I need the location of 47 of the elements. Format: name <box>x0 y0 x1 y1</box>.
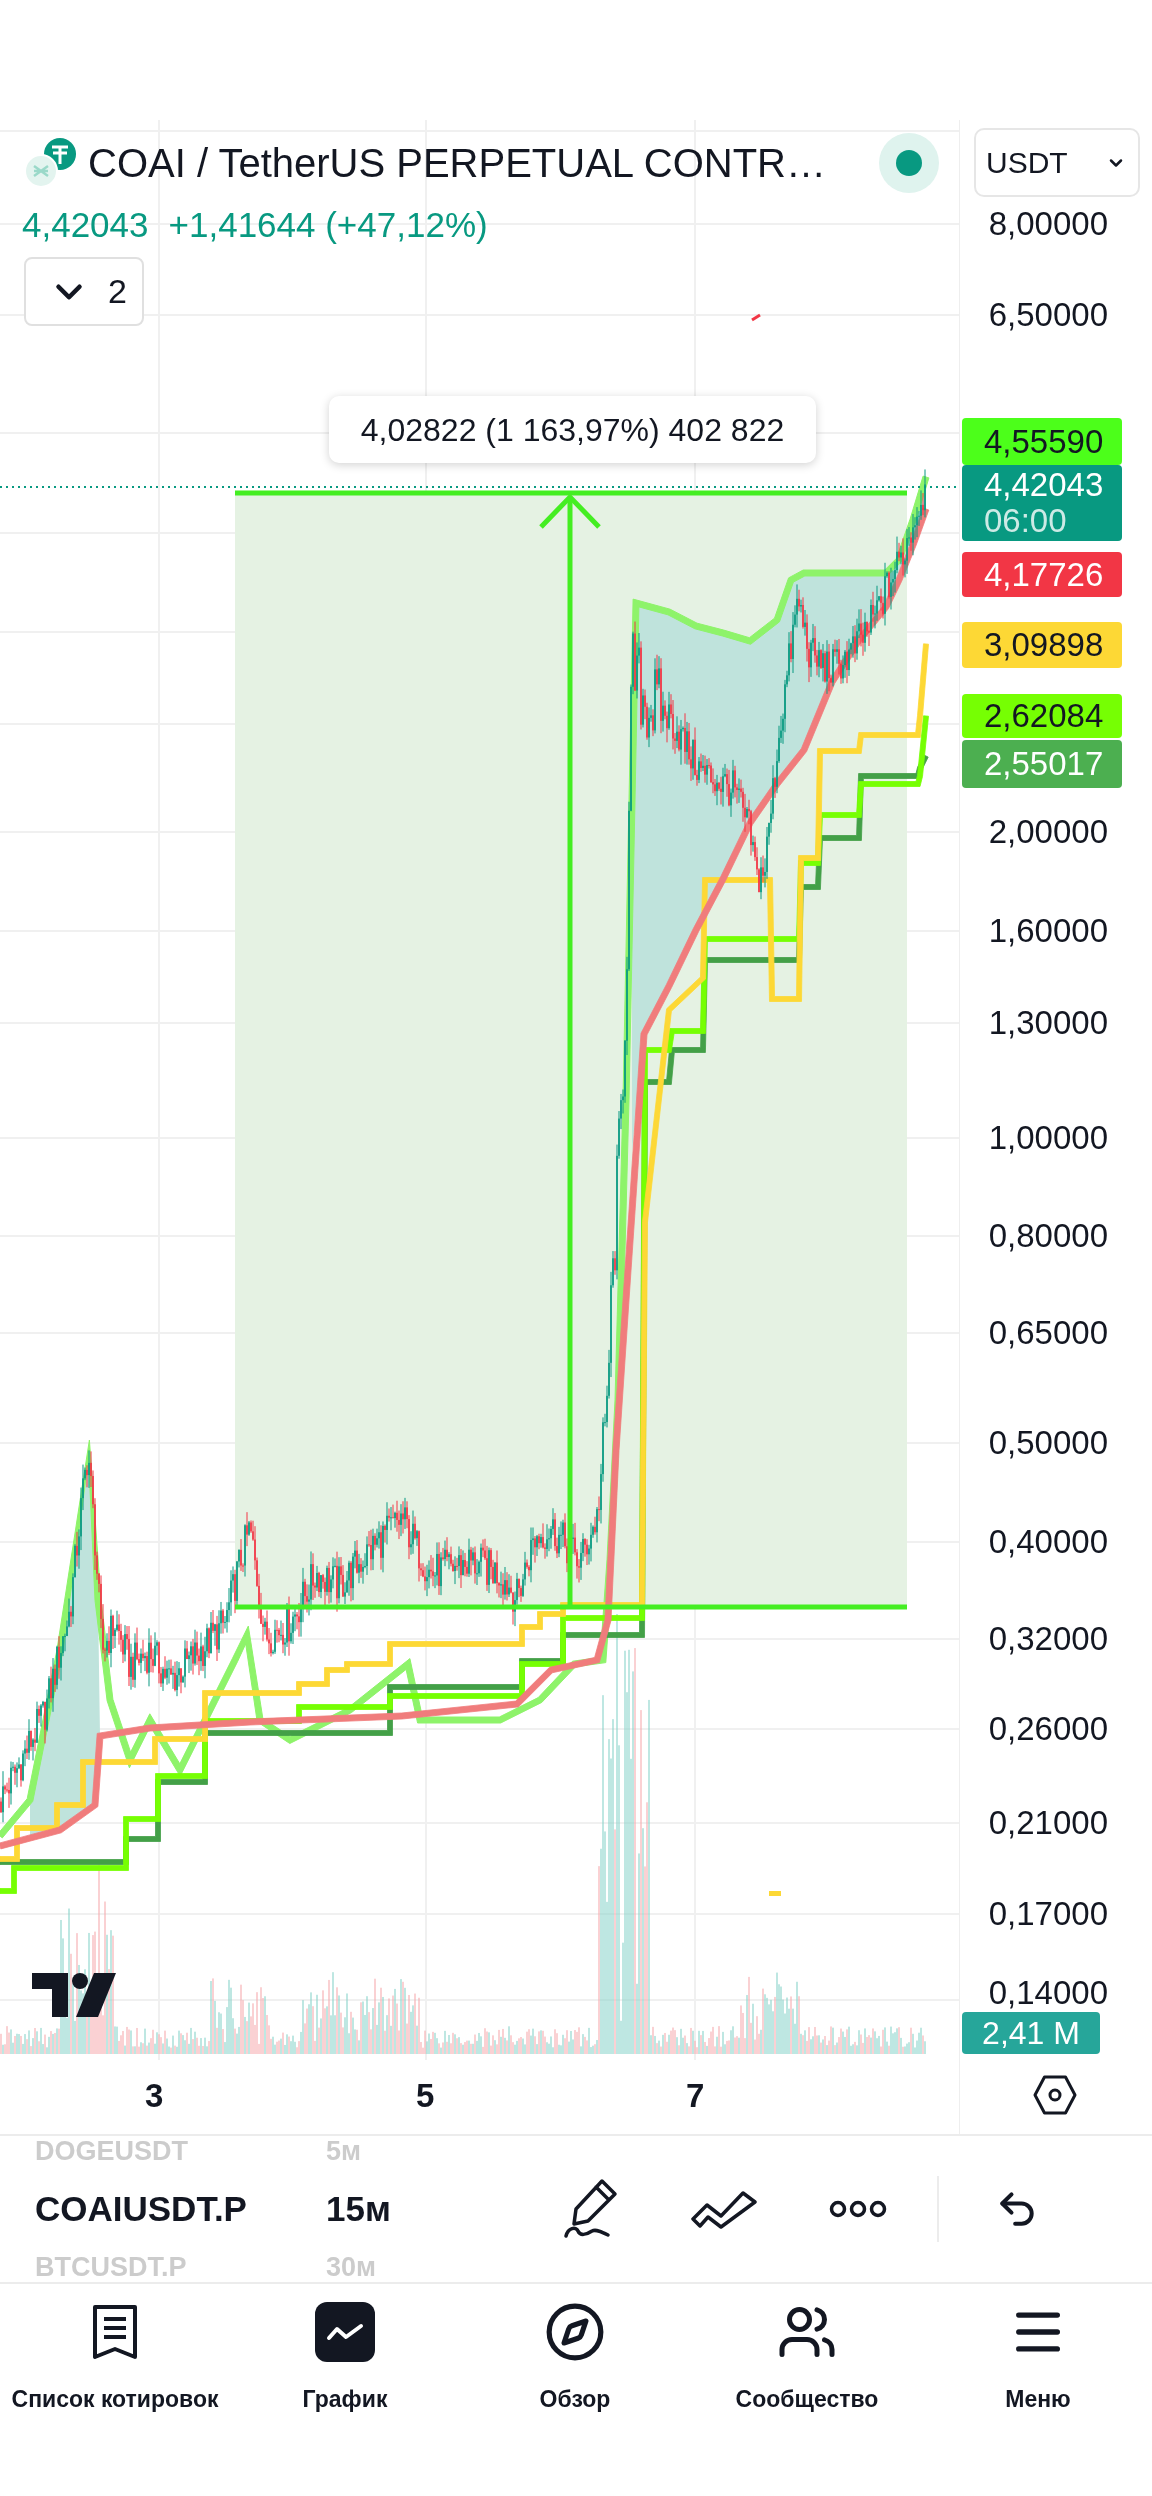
trend-lines-icon <box>691 2189 757 2229</box>
nav-tab[interactable]: Обзор <box>460 2284 690 2454</box>
price-tag: 2,62084 <box>962 694 1122 738</box>
nav-tab[interactable]: Меню <box>924 2284 1152 2454</box>
more-icon <box>829 2200 887 2218</box>
symbol-option[interactable]: COAIUSDT.P <box>35 2194 326 2224</box>
price-change: +1,41644 (+47,12%) <box>168 205 488 245</box>
price-axis-label: 0,65000 <box>988 1315 1108 1351</box>
indicators-toggle-button[interactable]: 2 <box>24 257 144 326</box>
tick-mark <box>751 313 761 322</box>
pen-icon <box>562 2178 618 2240</box>
symbol-title[interactable]: COAI / TetherUS PERPETUAL CONTR… <box>88 138 868 187</box>
currency-dropdown[interactable]: USDT <box>974 128 1140 197</box>
price-axis-label: 0,50000 <box>988 1425 1108 1461</box>
time-axis-label: 7 <box>686 2078 704 2114</box>
price-axis-label: 0,32000 <box>988 1621 1108 1657</box>
price-axis-label: 2,00000 <box>988 814 1108 850</box>
price-axis-label: 1,60000 <box>988 913 1108 949</box>
settings-icon[interactable] <box>1033 2075 1077 2115</box>
price-value: 4,42043 <box>984 467 1105 503</box>
time-axis-label: 5 <box>416 2078 434 2114</box>
dash-mark <box>769 1891 781 1896</box>
price-tag: 4,17726 <box>962 552 1122 597</box>
price-axis-label: 0,26000 <box>988 1711 1108 1747</box>
interval-option[interactable]: 15м <box>326 2194 391 2224</box>
price-axis-label: 0,17000 <box>988 1896 1108 1932</box>
price-axis-label: 0,40000 <box>988 1524 1108 1560</box>
coin-logo-icon <box>24 137 76 188</box>
price-axis-label: 0,21000 <box>988 1805 1108 1841</box>
price-tag: 4,55590 <box>962 418 1122 465</box>
price-axis-label: 0,80000 <box>988 1218 1108 1254</box>
countdown-timer: 06:00 <box>984 503 1068 539</box>
last-price: 4,42043 <box>22 205 149 245</box>
price-tag: 3,09898 <box>962 622 1122 668</box>
price-axis-label: 1,00000 <box>988 1120 1108 1156</box>
nav-tab[interactable]: Список котировок <box>0 2284 230 2454</box>
measurement-label: 4,02822 (1 163,97%) 402 822 <box>329 396 816 463</box>
price-axis-label: 8,00000 <box>988 206 1108 242</box>
price-axis-label: 6,50000 <box>988 297 1108 333</box>
price-axis-label: 1,30000 <box>988 1005 1108 1041</box>
price-axis-label: 0,14000 <box>988 1975 1108 2011</box>
logo-icon <box>32 1973 116 2017</box>
nav-tab[interactable]: График <box>230 2284 460 2454</box>
price-tag: 2,55017 <box>962 740 1122 788</box>
nav-tab[interactable]: Сообщество <box>690 2284 924 2454</box>
time-axis-label: 3 <box>145 2078 163 2114</box>
volume-tag: 2,41 M <box>962 2012 1100 2054</box>
